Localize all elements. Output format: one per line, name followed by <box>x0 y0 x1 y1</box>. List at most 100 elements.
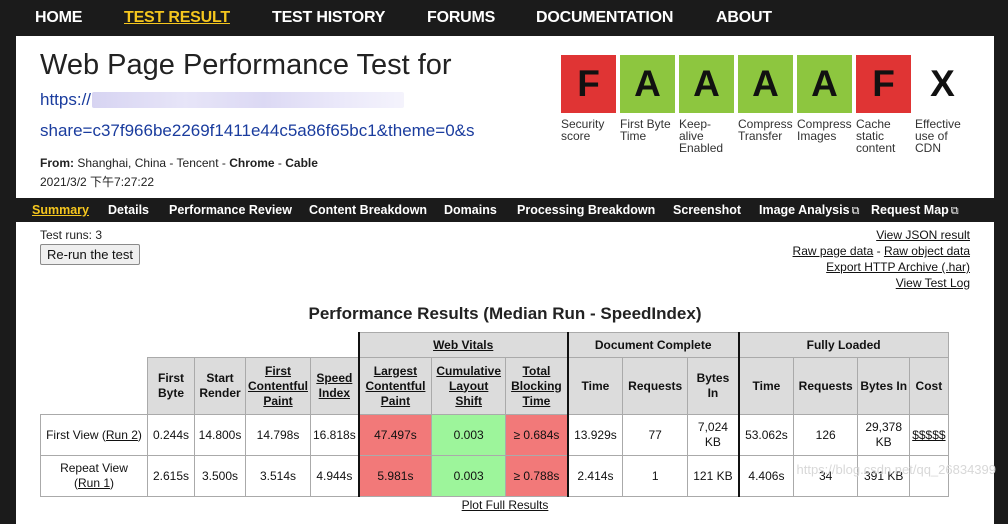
row-label-text: Repeat View <box>60 461 128 475</box>
cell-full-time: 53.062s <box>738 414 795 456</box>
grade-label: Compress Images <box>797 117 852 143</box>
cell-cls: 0.003 <box>431 455 507 497</box>
cell-full-requests: 126 <box>793 414 859 456</box>
tab-performance-review[interactable]: Performance Review <box>169 203 292 217</box>
grade-keep-alive[interactable]: A Keep-alive Enabled <box>679 55 734 154</box>
raw-data-links: Raw page data - Raw object data <box>793 244 970 258</box>
cell-tbt: ≥ 0.684s <box>505 414 569 456</box>
tested-url-link-continued[interactable]: share=c37f966be2269f1411e44c5a86f65bc1&t… <box>40 121 498 141</box>
blank-cell <box>40 357 148 415</box>
run-link[interactable]: Run 1 <box>78 476 110 490</box>
tab-label: Request Map <box>871 203 949 217</box>
grade-first-byte-time[interactable]: A First Byte Time <box>620 55 675 142</box>
grade-label: Effective use of CDN <box>915 117 961 155</box>
result-tabs: Summary Details Performance Review Conte… <box>16 198 994 222</box>
col-label: Cumulative Layout Shift <box>436 363 502 408</box>
col-first-contentful-paint[interactable]: First Contentful Paint <box>245 357 311 415</box>
nav-forums[interactable]: FORUMS <box>427 9 495 27</box>
tested-url-link[interactable]: https:// <box>40 90 91 110</box>
group-document-complete: Document Complete <box>567 332 740 358</box>
col-label: First Contentful Paint <box>248 363 308 408</box>
cell-doc-bytes: 7,024 KB <box>687 414 740 456</box>
grade-label: First Byte Time <box>620 117 671 143</box>
nav-documentation[interactable]: DOCUMENTATION <box>536 9 673 27</box>
nav-home[interactable]: HOME <box>35 9 82 27</box>
rerun-test-button[interactable]: Re-run the test <box>40 244 140 265</box>
nav-test-history[interactable]: TEST HISTORY <box>272 9 385 27</box>
col-total-blocking-time[interactable]: Total Blocking Time <box>505 357 569 415</box>
grade-label: Compress Transfer <box>738 117 793 143</box>
tab-screenshot[interactable]: Screenshot <box>673 203 741 217</box>
tab-content-breakdown[interactable]: Content Breakdown <box>309 203 427 217</box>
export-har-link[interactable]: Export HTTP Archive (.har) <box>826 260 970 274</box>
nav-test-result[interactable]: TEST RESULT <box>124 9 230 27</box>
cell-full-time: 4.406s <box>738 455 795 497</box>
grade-security-score[interactable]: F Security score <box>561 55 616 142</box>
raw-object-data-link[interactable]: Raw object data <box>884 244 970 258</box>
col-doc-requests: Requests <box>622 357 689 415</box>
cell-doc-bytes: 121 KB <box>687 455 740 497</box>
from-browser: Chrome <box>229 156 275 170</box>
raw-links-separator: - <box>873 244 884 258</box>
col-first-byte: First Byte <box>147 357 195 415</box>
grade-letter: F <box>856 55 911 113</box>
col-label: Speed Index <box>316 371 353 400</box>
cell-fcp: 3.514s <box>245 455 311 497</box>
test-date: 2021/3/2 下午7:27:22 <box>40 175 155 189</box>
tab-image-analysis[interactable]: Image Analysis ⧉ <box>759 203 859 218</box>
tab-domains[interactable]: Domains <box>444 203 497 217</box>
col-largest-contentful-paint[interactable]: Largest Contentful Paint <box>357 357 433 415</box>
from-location: Shanghai, China - Tencent - <box>77 156 230 170</box>
cost-link[interactable]: $$$$$ <box>912 428 945 442</box>
grade-letter: A <box>679 55 734 113</box>
cell-first-byte: 0.244s <box>147 414 195 456</box>
tab-request-map[interactable]: Request Map ⧉ <box>871 203 959 218</box>
col-doc-bytes-in: Bytes In <box>687 357 740 415</box>
grade-cdn[interactable]: X Effective use of CDN <box>915 55 970 154</box>
cell-full-bytes: 29,378 KB <box>857 414 911 456</box>
cell-doc-requests: 1 <box>622 455 689 497</box>
col-full-requests: Requests <box>793 357 859 415</box>
group-fully-loaded: Fully Loaded <box>738 332 949 358</box>
cell-doc-time: 13.929s <box>567 414 624 456</box>
col-speed-index[interactable]: Speed Index <box>309 357 360 415</box>
grade-letter: A <box>738 55 793 113</box>
cell-cost: $$$$$ <box>909 414 949 456</box>
tab-details[interactable]: Details <box>108 203 149 217</box>
view-json-link[interactable]: View JSON result <box>876 228 970 242</box>
from-separator: - <box>274 156 286 170</box>
page-title: Web Page Performance Test for <box>40 49 452 81</box>
nav-about[interactable]: ABOUT <box>716 9 772 27</box>
cell-lcp: 5.981s <box>357 455 433 497</box>
test-location: From: Shanghai, China - Tencent - Chrome… <box>40 156 318 170</box>
cell-lcp: 47.497s <box>357 414 433 456</box>
blank-cell <box>40 332 359 358</box>
row-label: First View (Run 2) <box>40 414 148 456</box>
cell-doc-time: 2.414s <box>567 455 624 497</box>
col-doc-time: Time <box>567 357 624 415</box>
group-web-vitals[interactable]: Web Vitals <box>357 332 569 358</box>
run-link[interactable]: Run 2 <box>106 428 138 442</box>
group-web-vitals-label: Web Vitals <box>433 337 494 352</box>
grade-compress-images[interactable]: A Compress Images <box>797 55 852 142</box>
grade-cache-static-content[interactable]: F Cache static content <box>856 55 911 154</box>
view-test-log-link[interactable]: View Test Log <box>896 276 970 290</box>
col-cost: Cost <box>909 357 949 415</box>
from-label: From: <box>40 156 74 170</box>
cell-fcp: 14.798s <box>245 414 311 456</box>
table-group-header-row: Web Vitals Document Complete Fully Loade… <box>40 332 949 358</box>
cell-first-byte: 2.615s <box>147 455 195 497</box>
plot-full-results-link[interactable]: Plot Full Results <box>16 498 994 512</box>
col-cumulative-layout-shift[interactable]: Cumulative Layout Shift <box>431 357 507 415</box>
grade-letter: F <box>561 55 616 113</box>
watermark: https://blog.csdn.net/qq_26834399 <box>796 462 997 477</box>
raw-page-data-link[interactable]: Raw page data <box>793 244 874 258</box>
col-full-time: Time <box>738 357 795 415</box>
tab-processing-breakdown[interactable]: Processing Breakdown <box>517 203 655 217</box>
grade-label: Security score <box>561 117 605 143</box>
results-title: Performance Results (Median Run - SpeedI… <box>308 304 702 323</box>
tab-summary[interactable]: Summary <box>32 203 89 217</box>
cell-cls: 0.003 <box>431 414 507 456</box>
table-row-first-view: First View (Run 2) 0.244s 14.800s 14.798… <box>40 414 949 456</box>
grade-compress-transfer[interactable]: A Compress Transfer <box>738 55 793 142</box>
